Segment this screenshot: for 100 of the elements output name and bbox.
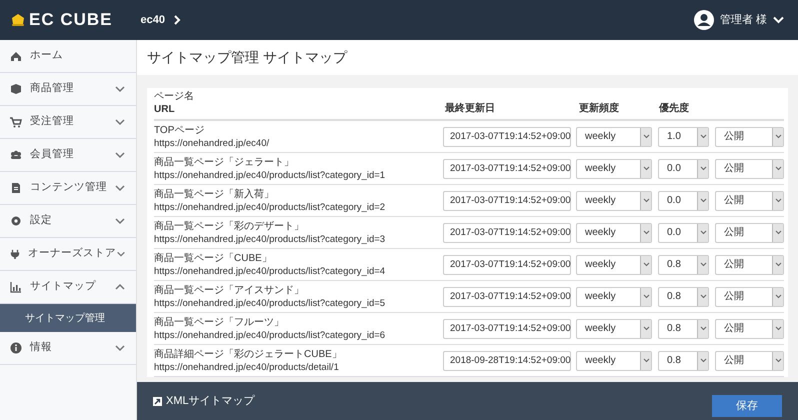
caret-icon	[700, 166, 706, 171]
page-name: 商品一覧ページ「新入荷」	[154, 188, 275, 200]
caret-icon	[642, 134, 650, 139]
select-field[interactable]: 0.8	[658, 286, 709, 306]
date-field[interactable]: 2017-03-07T19:14:52+09:00	[443, 190, 571, 210]
page-url: https://onehandred.jp/ec40/	[154, 136, 270, 150]
sidebar-label[interactable]: オーナーズストア	[28, 246, 116, 262]
caret-icon	[642, 262, 650, 267]
plug-icon	[10, 248, 20, 260]
select-field[interactable]: weekly	[576, 286, 652, 306]
date-field[interactable]: 2018-09-28T19:14:52+09:00	[443, 350, 571, 370]
select-field[interactable]: 0.8	[658, 318, 709, 338]
document-icon	[10, 182, 22, 194]
column-header: ページ名	[154, 90, 195, 103]
sidebar-item[interactable]: オーナーズストア	[0, 238, 136, 271]
caret-icon	[774, 230, 782, 235]
sidebar-label[interactable]: ホーム	[30, 48, 126, 64]
select-field[interactable]: 0.0	[658, 190, 709, 210]
sidebar-item[interactable]: 情報	[0, 332, 136, 365]
user-name[interactable]: 管理者 様	[720, 12, 767, 28]
date-field[interactable]: 2017-03-07T19:14:52+09:00	[443, 254, 571, 274]
select-field[interactable]: 公開	[715, 222, 784, 242]
caret-icon	[642, 294, 650, 299]
page-name: 商品一覧ページ「アイスサンド」	[154, 284, 305, 296]
page-name: 商品一覧ページ「ジェラート」	[154, 156, 295, 168]
caret-icon	[774, 326, 782, 331]
page-url: https://onehandred.jp/ec40/products/list?category_id=4	[154, 264, 386, 278]
sidebar-label[interactable]: 設定	[30, 213, 114, 229]
bar-chart-icon	[10, 281, 22, 293]
date-field[interactable]: 2017-03-07T19:14:52+09:00	[443, 126, 571, 146]
select-field[interactable]: weekly	[576, 222, 652, 242]
select-field[interactable]: 0.0	[658, 222, 709, 242]
caret-icon	[774, 134, 782, 139]
select-field[interactable]: 0.0	[658, 158, 709, 178]
sidebar-label[interactable]: 会員管理	[30, 147, 114, 163]
caret-icon	[642, 326, 650, 331]
user-avatar-icon[interactable]	[694, 10, 714, 30]
select-field[interactable]: 公開	[715, 254, 784, 274]
date-field[interactable]: 2017-03-07T19:14:52+09:00	[443, 318, 571, 338]
select-field[interactable]: 1.0	[658, 126, 709, 146]
sidebar-label[interactable]: コンテンツ管理	[30, 180, 114, 196]
info-icon	[10, 342, 22, 354]
chevron-down-icon[interactable]	[773, 16, 784, 24]
page-url: https://onehandred.jp/ec40/products/list?category_id=1	[154, 168, 386, 182]
date-field[interactable]: 2017-03-07T19:14:52+09:00	[443, 286, 571, 306]
caret-icon	[700, 230, 706, 235]
select-field[interactable]: 公開	[715, 190, 784, 210]
caret-icon	[700, 358, 706, 363]
sidebar-item[interactable]: 設定	[0, 205, 136, 238]
select-field[interactable]: weekly	[576, 126, 652, 146]
select-field[interactable]: 0.8	[658, 350, 709, 370]
select-field[interactable]: 公開	[715, 126, 784, 146]
caret-icon	[700, 326, 706, 331]
home-icon	[10, 50, 22, 62]
select-field[interactable]: 公開	[715, 158, 784, 178]
select-field[interactable]: weekly	[576, 318, 652, 338]
caret-icon	[774, 358, 782, 363]
sidebar-label[interactable]: サイトマップ	[30, 279, 114, 295]
select-field[interactable]: 公開	[715, 350, 784, 370]
sidebar-label[interactable]: 商品管理	[30, 81, 114, 97]
caret-icon	[642, 230, 650, 235]
page-url: https://onehandred.jp/ec40/products/list?category_id=2	[154, 200, 386, 214]
date-field[interactable]: 2017-03-07T19:14:52+09:00	[443, 222, 571, 242]
sidebar-item[interactable]: 受注管理	[0, 106, 136, 139]
sidebar-label[interactable]: 受注管理	[30, 114, 114, 130]
sidebar-label[interactable]: 情報	[30, 340, 114, 356]
gear-icon	[10, 215, 22, 227]
page-name: 商品詳細ページ「彩のジェラートCUBE」	[154, 348, 343, 360]
page-title: サイトマップ管理 サイトマップ	[147, 48, 347, 67]
sidebar-item[interactable]: コンテンツ管理	[0, 172, 136, 205]
select-field[interactable]: weekly	[576, 350, 652, 370]
sidebar-item[interactable]: 会員管理	[0, 139, 136, 172]
page-url: https://onehandred.jp/ec40/products/detail/1	[154, 360, 340, 374]
select-field[interactable]: weekly	[576, 190, 652, 210]
sidebar-subitem[interactable]: サイトマップ管理	[0, 304, 136, 332]
save-button[interactable]: 保存	[712, 395, 782, 417]
caret-icon	[700, 262, 706, 267]
page-url: https://onehandred.jp/ec40/products/list?category_id=5	[154, 296, 386, 310]
page-name: TOPページ	[154, 124, 206, 136]
caret-icon	[774, 198, 782, 203]
caret-icon	[774, 294, 782, 299]
sidebar-item[interactable]: ホーム	[0, 40, 136, 73]
caret-icon	[700, 134, 706, 139]
caret-icon	[700, 198, 706, 203]
select-field[interactable]: 公開	[715, 286, 784, 306]
caret-icon	[642, 166, 650, 171]
select-field[interactable]: weekly	[576, 254, 652, 274]
date-field[interactable]: 2017-03-07T19:14:52+09:00	[443, 158, 571, 178]
box-icon	[10, 83, 22, 95]
page-name: 商品一覧ページ「フルーツ」	[154, 316, 285, 328]
chevron-right-icon[interactable]	[173, 15, 181, 25]
select-field[interactable]: weekly	[576, 158, 652, 178]
external-link-icon	[153, 396, 162, 406]
page-name: 商品一覧ページ「CUBE」	[154, 252, 273, 264]
xml-sitemap-link[interactable]: XMLサイトマップ	[153, 392, 255, 410]
select-field[interactable]: 公開	[715, 318, 784, 338]
caret-icon	[642, 358, 650, 363]
select-field[interactable]: 0.8	[658, 254, 709, 274]
sidebar-item[interactable]: 商品管理	[0, 73, 136, 106]
shop-name[interactable]: ec40	[140, 12, 165, 28]
